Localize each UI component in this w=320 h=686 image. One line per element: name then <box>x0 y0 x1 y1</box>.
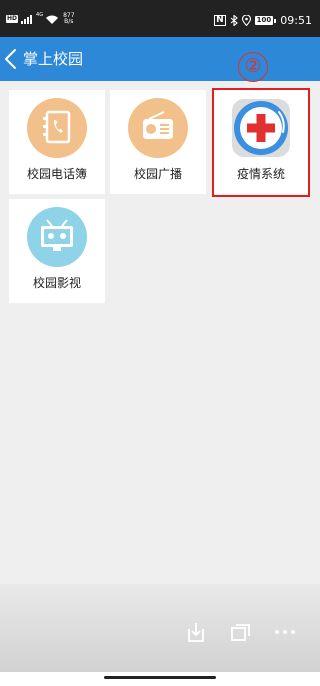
status-left: HD 4G 877 B/s <box>6 13 75 25</box>
chevron-left-icon <box>5 49 16 69</box>
network-speed-unit: B/s <box>64 18 74 25</box>
wifi-icon <box>46 15 59 24</box>
more-icon <box>275 630 295 634</box>
battery-level: 100 <box>254 16 274 25</box>
radio-icon <box>128 98 188 158</box>
home-indicator[interactable] <box>104 676 216 679</box>
more-button[interactable] <box>273 620 297 644</box>
highlight-box <box>212 88 310 197</box>
tv-icon <box>27 207 87 267</box>
page-title: 掌上校园 <box>23 50 84 68</box>
windows-icon <box>231 624 250 641</box>
phonebook-icon <box>27 98 87 158</box>
tile-campus-phonebook[interactable]: 校园电话簿 <box>9 90 105 194</box>
battery-tip <box>274 18 277 23</box>
bluetooth-icon <box>230 15 238 26</box>
tile-label: 校园电话簿 <box>26 167 87 181</box>
clock-time: 09:51 <box>280 14 312 27</box>
download-icon <box>188 623 204 642</box>
location-icon <box>241 15 251 26</box>
home-indicator-area <box>0 672 320 686</box>
nfc-icon: N <box>214 15 226 26</box>
tile-campus-radio[interactable]: 校园广播 <box>110 90 206 194</box>
bottom-bar <box>0 584 320 672</box>
tile-campus-tv[interactable]: 校园影视 <box>9 199 105 303</box>
download-button[interactable] <box>184 620 208 644</box>
step-marker: ② <box>238 52 268 82</box>
network-type: 4G <box>36 12 44 18</box>
windows-button[interactable] <box>229 620 253 644</box>
signal-icon <box>21 14 33 24</box>
battery-indicator: 100 <box>254 16 277 25</box>
network-speed: 877 B/s <box>63 13 74 25</box>
tile-label: 校园广播 <box>133 167 182 181</box>
tile-label: 校园影视 <box>32 276 81 290</box>
status-bar: HD 4G 877 B/s N 100 09:51 <box>0 0 320 37</box>
back-button[interactable] <box>0 47 22 71</box>
status-right: N 100 09:51 <box>214 14 312 27</box>
app-header: 掌上校园 <box>0 37 320 81</box>
hd-badge: HD <box>6 15 19 23</box>
